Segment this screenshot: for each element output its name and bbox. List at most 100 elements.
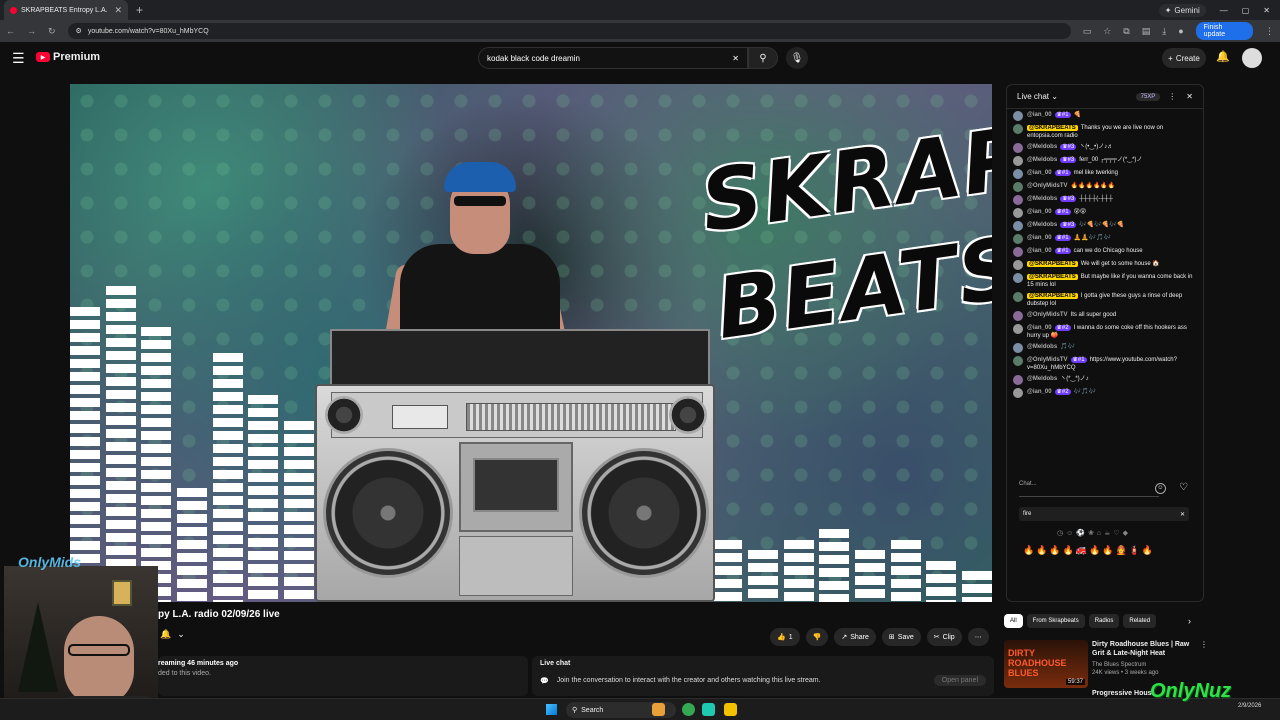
chat-avatar[interactable]: [1013, 356, 1023, 366]
search-input[interactable]: kodak black code dreamin ✕: [478, 47, 748, 69]
chat-author[interactable]: @ian_00: [1027, 209, 1052, 215]
chevron-right-icon[interactable]: ›: [1188, 616, 1191, 626]
new-tab-icon[interactable]: +: [136, 3, 143, 17]
chat-author[interactable]: @Meldobs: [1027, 376, 1057, 382]
xp-badge[interactable]: 75XP: [1135, 92, 1161, 101]
chat-message[interactable]: @ian_00 ♛#2 🎶🎵🎶: [1013, 388, 1197, 398]
chat-author[interactable]: @Meldobs: [1027, 196, 1057, 202]
close-chat-icon[interactable]: ✕: [1186, 92, 1193, 101]
finish-update-button[interactable]: Finish update: [1195, 22, 1253, 40]
chat-message[interactable]: @ian_00 ♛#1 can we do Chicago house: [1013, 247, 1197, 257]
chip-from-skrapbeats[interactable]: From Skrapbeats: [1026, 614, 1085, 628]
video-thumbnail[interactable]: DIRTY ROADHOUSE BLUES 59:37: [1004, 640, 1088, 688]
file-explorer-icon[interactable]: [724, 703, 737, 716]
chat-author[interactable]: @Meldobs: [1027, 144, 1057, 150]
chat-message[interactable]: @Meldobs 🎵🎶: [1013, 343, 1197, 353]
chat-message[interactable]: @OnlyMidsTV Its all super good: [1013, 311, 1197, 321]
chat-author[interactable]: @Meldobs: [1027, 222, 1057, 228]
related-video-title[interactable]: Dirty Roadhouse Blues | Raw Grit & Late-…: [1092, 640, 1198, 658]
windows-start-icon[interactable]: [546, 704, 557, 715]
voice-search-button[interactable]: 🎙: [786, 47, 808, 69]
create-button[interactable]: + Create: [1162, 48, 1206, 68]
gemini-button[interactable]: ✦ Gemini: [1158, 3, 1206, 17]
taskbar-clock[interactable]: 2/9/2026: [1238, 703, 1261, 710]
chat-author[interactable]: @ian_00: [1027, 248, 1052, 254]
clear-emoji-search-icon[interactable]: ✕: [1180, 511, 1185, 518]
chat-message[interactable]: @ian_00 ♛#2 I wanna do some coke off this …: [1013, 324, 1197, 340]
related-video-title[interactable]: Progressive House: [1092, 690, 1155, 697]
chat-message[interactable]: @SKRAPBEATS I gotta give these guys a rin…: [1013, 292, 1197, 308]
chat-author[interactable]: @Meldobs: [1027, 344, 1057, 350]
chat-message[interactable]: @SKRAPBEATS We will get to some house 🏠: [1013, 260, 1197, 270]
description-box[interactable]: reaming 46 minutes ago ded to this video…: [158, 656, 528, 696]
maximize-icon[interactable]: ▢: [1242, 6, 1250, 15]
site-info-icon[interactable]: ⚙: [76, 27, 82, 35]
chip-all[interactable]: All: [1004, 614, 1023, 628]
emoji-results[interactable]: 🔥🔥🔥🔥🚒🔥🔥🧑‍🚒🧯🔥: [1023, 545, 1155, 556]
chat-author[interactable]: @OnlyMidsTV: [1027, 183, 1068, 189]
more-actions-button[interactable]: ⋯: [967, 628, 989, 646]
bookmark-star-icon[interactable]: ☆: [1103, 26, 1111, 37]
chat-author[interactable]: @Meldobs: [1027, 157, 1057, 163]
chat-message[interactable]: @Meldobs ヽ(*‿*)ノ♪: [1013, 375, 1197, 385]
related-channel-name[interactable]: The Blues Spectrum: [1092, 662, 1146, 668]
chat-message[interactable]: @ian_00 ♛#1 🍕: [1013, 111, 1197, 121]
chat-avatar[interactable]: [1013, 388, 1023, 398]
chat-avatar[interactable]: [1013, 169, 1023, 179]
chat-avatar[interactable]: [1013, 124, 1023, 134]
chat-author[interactable]: @ian_00: [1027, 112, 1052, 118]
sidepanel-icon[interactable]: ▤: [1142, 26, 1151, 37]
download-icon[interactable]: ⤓: [1162, 26, 1166, 37]
emoji-category-icons[interactable]: ◷☺⚽❀⌂☕♡◆: [1057, 529, 1131, 537]
close-tab-icon[interactable]: ✕: [114, 5, 122, 16]
chat-avatar[interactable]: [1013, 208, 1023, 218]
address-bar[interactable]: ⚙ youtube.com/watch?v=80Xu_hMbYCQ: [67, 23, 1071, 39]
taskbar-app-icon[interactable]: [652, 703, 665, 716]
chat-message[interactable]: @ian_00 ♛#1 🧘🧘🎶🎵🎶: [1013, 234, 1197, 244]
chat-message[interactable]: @Meldobs ♛#3 ヽ(•‿•)ノ♪♬: [1013, 143, 1197, 153]
chat-avatar[interactable]: [1013, 182, 1023, 192]
emoji-picker-icon[interactable]: ☺: [1155, 483, 1166, 494]
chat-avatar[interactable]: [1013, 111, 1023, 121]
chat-avatar[interactable]: [1013, 311, 1023, 321]
back-icon[interactable]: ←: [6, 26, 15, 36]
chat-avatar[interactable]: [1013, 343, 1023, 353]
chat-mode-dropdown[interactable]: Live chat ⌄: [1017, 92, 1058, 101]
chat-message[interactable]: @OnlyMidsTV 🔥🔥🔥🔥🔥🔥: [1013, 182, 1197, 192]
chat-avatar[interactable]: [1013, 195, 1023, 205]
more-icon[interactable]: ⋮: [1200, 640, 1208, 649]
clip-button[interactable]: ✂ Clip: [926, 628, 962, 646]
account-avatar[interactable]: [1242, 48, 1262, 68]
chat-author[interactable]: @OnlyMidsTV: [1027, 357, 1068, 363]
subscribe-bell-button[interactable]: 🔔 ⌄: [160, 629, 185, 640]
chat-avatar[interactable]: [1013, 234, 1023, 244]
browser-menu-icon[interactable]: ⋮: [1265, 26, 1274, 37]
chat-author[interactable]: @ian_00: [1027, 170, 1052, 176]
chat-message[interactable]: @Meldobs ♛#3 ┼┼┼┼(-┼┼┼: [1013, 195, 1197, 205]
chip-related[interactable]: Related: [1123, 614, 1157, 628]
chat-message[interactable]: @ian_00 ♛#1 😵😵: [1013, 208, 1197, 218]
chat-avatar[interactable]: [1013, 156, 1023, 166]
chat-input[interactable]: Chat...: [1019, 481, 1159, 497]
notifications-bell-icon[interactable]: 🔔: [1216, 50, 1230, 63]
emoji-search-input[interactable]: fire ✕: [1019, 507, 1189, 521]
chat-avatar[interactable]: [1013, 292, 1023, 302]
chat-author[interactable]: @SKRAPBEATS: [1027, 274, 1078, 280]
chat-author[interactable]: @ian_00: [1027, 325, 1052, 331]
close-window-icon[interactable]: ✕: [1263, 6, 1270, 15]
chrome-icon[interactable]: [682, 703, 695, 716]
like-button[interactable]: 👍 1: [770, 628, 800, 646]
chat-message[interactable]: @ian_00 ♛#1 mel like twerking: [1013, 169, 1197, 179]
forward-icon[interactable]: →: [27, 26, 36, 36]
clear-search-icon[interactable]: ✕: [732, 54, 739, 63]
extensions-icon[interactable]: ⧉: [1123, 26, 1129, 37]
chat-message[interactable]: @Meldobs ♛#3 🎶🍕🎶🍕🎶🍕: [1013, 221, 1197, 231]
chat-message[interactable]: @SKRAPBEATS Thanks you we are live now on…: [1013, 124, 1197, 140]
chat-author[interactable]: @ian_00: [1027, 389, 1052, 395]
browser-tab[interactable]: SKRAPBEATS Entropy L.A. ✕: [4, 0, 128, 20]
chat-avatar[interactable]: [1013, 247, 1023, 257]
heart-reaction-icon[interactable]: ♡: [1179, 482, 1188, 493]
cast-icon[interactable]: ▭: [1083, 26, 1092, 37]
chat-avatar[interactable]: [1013, 324, 1023, 334]
chat-avatar[interactable]: [1013, 375, 1023, 385]
